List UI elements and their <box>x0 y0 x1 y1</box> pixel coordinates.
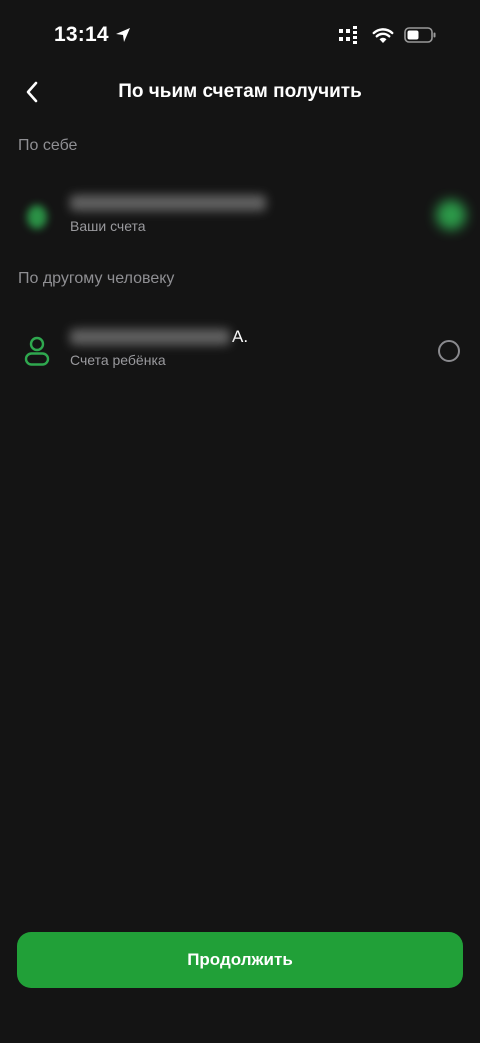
account-option-self[interactable]: Ваши счета <box>0 186 480 252</box>
wifi-icon <box>372 27 394 43</box>
account-subtitle: Счета ребёнка <box>70 352 166 368</box>
location-arrow-icon <box>115 28 130 42</box>
avatar-blurred <box>27 205 47 229</box>
status-time-group: 13:14 <box>54 23 131 47</box>
header: По чьим счетам получить <box>0 70 480 114</box>
name-redacted <box>70 329 230 345</box>
back-button[interactable] <box>14 74 50 110</box>
account-subtitle: Ваши счета <box>70 218 146 234</box>
child-name: А. <box>70 326 248 348</box>
person-icon <box>22 336 52 366</box>
battery-icon <box>404 27 436 43</box>
section-label-other: По другому человеку <box>18 270 175 287</box>
section-label-self: По себе <box>18 137 78 154</box>
radio-unselected[interactable] <box>438 340 460 362</box>
radio-selected[interactable] <box>436 200 466 230</box>
account-option-child[interactable]: А. Счета ребёнка <box>0 320 480 386</box>
page-title: По чьим счетам получить <box>118 81 362 102</box>
cellular-icon <box>339 26 357 44</box>
avatar-icon <box>22 202 52 232</box>
screen: 13:14 По чьим счетам получить По себе Ва… <box>0 0 480 1043</box>
chevron-left-icon <box>26 81 38 103</box>
status-icons <box>338 26 436 44</box>
continue-button[interactable]: Продолжить <box>17 932 463 988</box>
status-time: 13:14 <box>54 23 109 46</box>
child-name-initial: А. <box>232 327 249 346</box>
name-redacted <box>70 195 266 211</box>
account-owner-name <box>70 192 266 214</box>
status-bar: 13:14 <box>0 0 480 70</box>
